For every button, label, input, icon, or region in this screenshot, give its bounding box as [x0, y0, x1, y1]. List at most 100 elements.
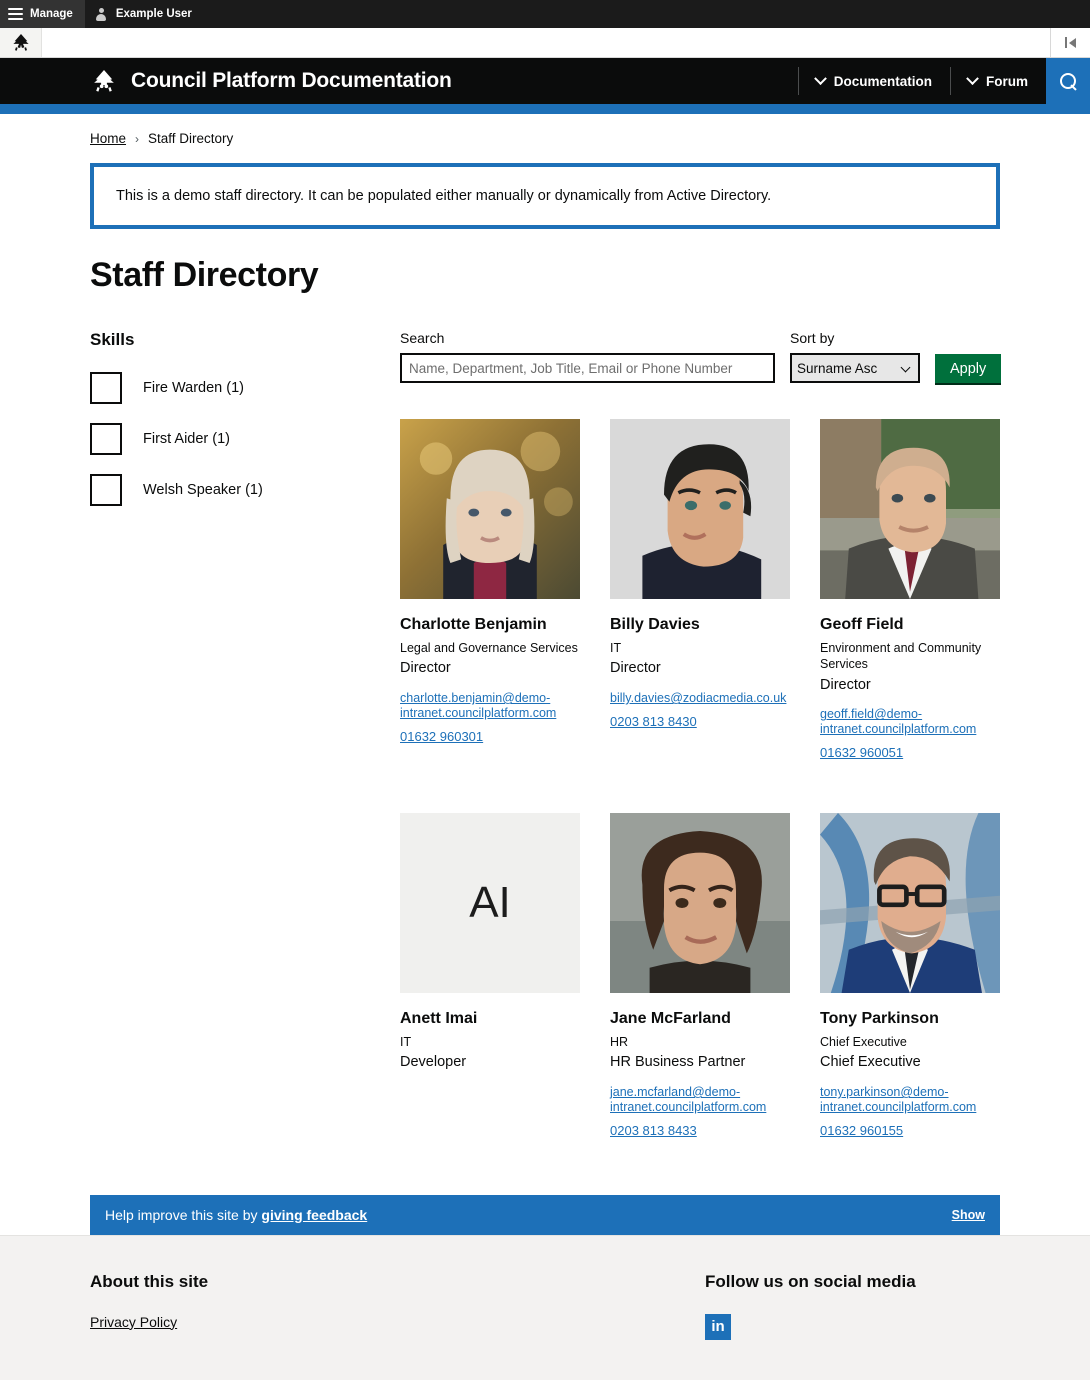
- portrait-image: [610, 419, 790, 599]
- staff-department: Chief Executive: [820, 1034, 907, 1049]
- staff-contact: billy.davies@zodiacmedia.co.uk 0203 813 …: [610, 691, 790, 730]
- staff-role: Director: [610, 660, 661, 677]
- staff-phone-link[interactable]: 0203 813 8430: [610, 714, 790, 730]
- search-icon: [1059, 72, 1077, 90]
- staff-email-link[interactable]: tony.parkinson@demo-intranet.councilplat…: [820, 1085, 1000, 1115]
- privacy-policy-link[interactable]: Privacy Policy: [90, 1314, 177, 1330]
- search-label: Search: [400, 330, 445, 346]
- staff-photo[interactable]: [820, 419, 1000, 599]
- site-favicon-button[interactable]: [0, 28, 42, 57]
- staff-grid: Charlotte Benjamin Legal and Governance …: [400, 419, 1001, 1147]
- staff-contact: geoff.field@demo-intranet.councilplatfor…: [820, 707, 1000, 761]
- portrait-image: [820, 812, 1000, 993]
- sort-select[interactable]: Surname Asc: [790, 353, 920, 383]
- giving-feedback-link[interactable]: giving feedback: [261, 1207, 367, 1223]
- staff-name: Anett Imai: [400, 1009, 478, 1027]
- header-search-button[interactable]: [1046, 58, 1090, 104]
- staff-photo[interactable]: [400, 419, 580, 599]
- admin-manage-label: Manage: [30, 8, 73, 20]
- user-avatar-icon: [95, 7, 108, 21]
- admin-user-menu[interactable]: Example User: [85, 0, 206, 28]
- staff-email-link[interactable]: geoff.field@demo-intranet.councilplatfor…: [820, 707, 1000, 737]
- sort-field-group: Sort by Surname Asc: [790, 330, 920, 383]
- staff-phone-link[interactable]: 01632 960051: [820, 745, 1000, 761]
- nav-forum[interactable]: Forum: [950, 58, 1046, 104]
- staff-card: AI Anett Imai IT Developer: [400, 812, 580, 1147]
- footer-social-heading: Follow us on social media: [705, 1271, 916, 1291]
- staff-phone-link[interactable]: 0203 813 8433: [610, 1123, 790, 1139]
- portrait-image: [820, 419, 1000, 599]
- info-notice-text: This is a demo staff directory. It can b…: [116, 187, 772, 204]
- portrait-image: [400, 419, 580, 599]
- apply-button[interactable]: Apply: [935, 354, 1002, 383]
- facet-fire-warden[interactable]: Fire Warden (1): [90, 372, 400, 404]
- staff-photo-placeholder[interactable]: AI: [400, 812, 580, 993]
- admin-manage-button[interactable]: Manage: [0, 0, 85, 28]
- staff-department: HR: [610, 1034, 629, 1049]
- staff-role: Director: [400, 660, 451, 677]
- page-content: Home › Staff Directory This is a demo st…: [0, 114, 1090, 1235]
- header-nav: Documentation Forum: [797, 58, 1046, 104]
- checkbox-fire-warden[interactable]: [90, 372, 122, 404]
- staff-role: Director: [820, 676, 871, 693]
- staff-name: Jane McFarland: [610, 1009, 731, 1027]
- feedback-prefix: Help improve this site by: [105, 1206, 262, 1223]
- staff-department: IT: [400, 1034, 412, 1049]
- staff-email-link[interactable]: jane.mcfarland@demo-intranet.councilplat…: [610, 1085, 790, 1115]
- skills-facet-panel: Skills Fire Warden (1) First Aider (1) W…: [90, 330, 400, 1147]
- staff-phone-link[interactable]: 01632 960155: [820, 1123, 1000, 1139]
- staff-contact: charlotte.benjamin@demo-intranet.council…: [400, 691, 580, 745]
- sort-label: Sort by: [790, 330, 835, 346]
- collapse-sidebar-button[interactable]: [1050, 28, 1090, 57]
- staff-phone-link[interactable]: 01632 960301: [400, 729, 580, 745]
- search-input[interactable]: [400, 353, 775, 383]
- footer-about-heading: About this site: [90, 1271, 209, 1291]
- footer-social-column: Follow us on social media in: [705, 1272, 916, 1340]
- staff-card: Tony Parkinson Chief Executive Chief Exe…: [820, 812, 1000, 1147]
- staff-initials: AI: [400, 812, 580, 993]
- facet-welsh-speaker-label: Welsh Speaker (1): [143, 482, 263, 498]
- staff-card: Charlotte Benjamin Legal and Governance …: [400, 419, 580, 769]
- facet-first-aider-label: First Aider (1): [143, 431, 231, 447]
- checkbox-welsh-speaker[interactable]: [90, 474, 122, 506]
- staff-photo[interactable]: [610, 812, 790, 993]
- facet-first-aider[interactable]: First Aider (1): [90, 423, 400, 455]
- nav-forum-label: Forum: [986, 73, 1028, 89]
- feedback-show-link[interactable]: Show: [952, 1208, 985, 1222]
- skills-facet-heading: Skills: [90, 330, 135, 349]
- linkedin-icon[interactable]: in: [705, 1313, 731, 1340]
- feedback-message: Help improve this site by giving feedbac…: [105, 1207, 367, 1223]
- breadcrumb-separator-icon: ›: [135, 131, 140, 146]
- nav-documentation-label: Documentation: [833, 73, 932, 89]
- breadcrumb: Home › Staff Directory: [90, 114, 1000, 146]
- staff-department: Legal and Governance Services: [400, 641, 578, 655]
- staff-email-link[interactable]: billy.davies@zodiacmedia.co.uk: [610, 691, 790, 706]
- facet-fire-warden-label: Fire Warden (1): [143, 380, 244, 396]
- staff-name: Geoff Field: [820, 616, 904, 633]
- portrait-image: [610, 812, 790, 993]
- facet-welsh-speaker[interactable]: Welsh Speaker (1): [90, 474, 400, 506]
- staff-card: Jane McFarland HR HR Business Partner ja…: [610, 812, 790, 1147]
- staff-email-link[interactable]: charlotte.benjamin@demo-intranet.council…: [400, 691, 580, 721]
- staff-card: Geoff Field Environment and Community Se…: [820, 419, 1000, 769]
- site-footer: About this site Privacy Policy Follow us…: [0, 1234, 1090, 1380]
- staff-role: Developer: [400, 1054, 467, 1071]
- checkbox-first-aider[interactable]: [90, 423, 122, 455]
- staff-name: Billy Davies: [610, 616, 700, 633]
- header-accent-band: [0, 104, 1090, 114]
- nav-documentation[interactable]: Documentation: [797, 58, 950, 104]
- feedback-banner: Help improve this site by giving feedbac…: [90, 1194, 1000, 1235]
- breadcrumb-home-link[interactable]: Home: [90, 131, 126, 146]
- page-title: Staff Directory: [90, 256, 319, 294]
- staff-card: Billy Davies IT Director billy.davies@zo…: [610, 419, 790, 769]
- staff-photo[interactable]: [820, 812, 1000, 993]
- search-field-group: Search: [400, 330, 775, 383]
- admin-user-label: Example User: [115, 8, 192, 20]
- site-brand-link[interactable]: Council Platform Documentation: [0, 58, 798, 104]
- chevron-down-icon: [813, 71, 827, 85]
- directory-controls: Search Sort by Surname Asc Apply: [400, 330, 1002, 383]
- staff-photo[interactable]: [610, 419, 790, 599]
- footer-about-column: About this site Privacy Policy: [90, 1272, 705, 1340]
- site-title: Council Platform Documentation: [131, 69, 452, 92]
- hamburger-icon: [8, 7, 23, 21]
